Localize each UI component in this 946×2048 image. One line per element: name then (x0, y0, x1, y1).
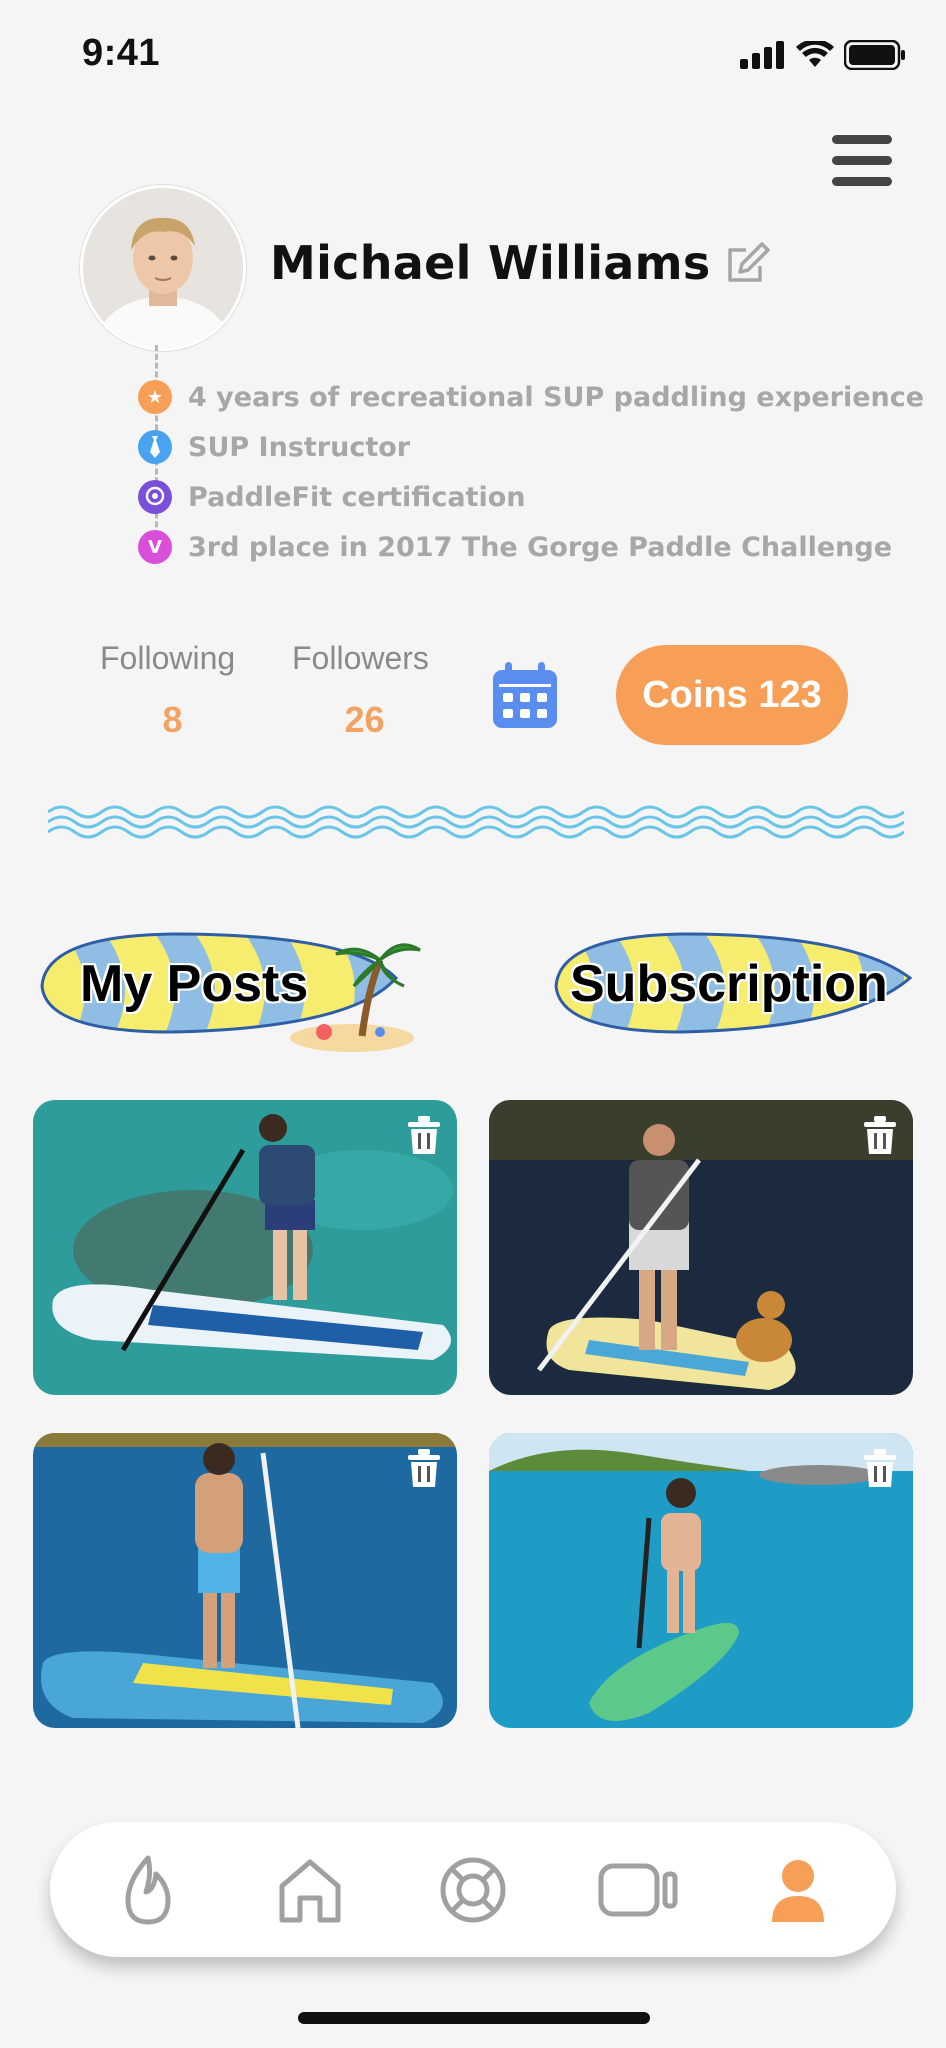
bottom-tab-bar (50, 1822, 896, 1957)
menu-line (832, 177, 892, 186)
followers-stat[interactable]: Followers 26 (292, 640, 437, 741)
home-icon (279, 1859, 341, 1923)
post-thumbnail[interactable] (489, 1433, 913, 1728)
following-stat[interactable]: Following 8 (100, 640, 245, 741)
tab-bar-item-hot[interactable] (108, 1850, 188, 1930)
wave-divider (48, 805, 904, 839)
achievement-item: ★ 4 years of recreational SUP paddling e… (138, 377, 924, 417)
delete-post-button[interactable] (861, 1447, 899, 1489)
edit-icon (728, 242, 770, 282)
tie-icon (138, 430, 172, 464)
v-icon: V (138, 530, 172, 564)
followers-label: Followers (292, 640, 429, 676)
delete-post-button[interactable] (405, 1447, 443, 1489)
post-thumbnail[interactable] (33, 1433, 457, 1728)
menu-line (832, 156, 892, 165)
battery-icon (844, 40, 905, 70)
post-image (33, 1100, 457, 1395)
achievement-item: SUP Instructor (138, 427, 410, 467)
tab-subscription[interactable]: Subscription (552, 920, 914, 1060)
coins-button[interactable]: Coins 123 (616, 645, 848, 745)
tab-bar-item-profile[interactable] (758, 1850, 838, 1930)
achievement-text: SUP Instructor (188, 431, 411, 463)
post-image (489, 1433, 913, 1728)
calendar-button[interactable] (490, 660, 560, 730)
tab-subscription-label: Subscription (570, 955, 888, 1013)
tab-bar-item-video[interactable] (595, 1850, 685, 1930)
post-thumbnail[interactable] (33, 1100, 457, 1395)
trash-icon (864, 1449, 896, 1487)
post-image (489, 1100, 913, 1395)
post-image (33, 1433, 457, 1728)
status-time: 9:41 (82, 32, 161, 74)
profile-icon (772, 1860, 824, 1922)
flame-icon (125, 1855, 171, 1925)
star-icon: ★ (138, 380, 172, 414)
avatar-image (83, 188, 243, 348)
achievement-text: PaddleFit certification (188, 481, 526, 513)
wifi-icon (796, 41, 834, 67)
delete-post-button[interactable] (861, 1114, 899, 1156)
menu-line (832, 135, 892, 144)
home-indicator (298, 2012, 650, 2024)
following-count: 8 (162, 699, 183, 740)
achievement-item: V 3rd place in 2017 The Gorge Paddle Cha… (138, 527, 892, 567)
avatar[interactable] (80, 185, 246, 351)
trash-icon (864, 1116, 896, 1154)
status-icons (740, 40, 906, 70)
tab-bar-item-home[interactable] (270, 1850, 350, 1930)
signal-icon (740, 41, 784, 69)
following-label: Following (100, 640, 236, 676)
delete-post-button[interactable] (405, 1114, 443, 1156)
video-icon (598, 1863, 678, 1917)
menu-button[interactable] (832, 135, 892, 187)
tab-bar-item-lifebuoy[interactable] (433, 1850, 513, 1930)
badge-icon (138, 480, 172, 514)
achievement-item: PaddleFit certification (138, 477, 525, 517)
profile-name: Michael Williams (270, 236, 711, 290)
achievement-text: 3rd place in 2017 The Gorge Paddle Chall… (188, 531, 893, 563)
followers-count: 26 (344, 699, 385, 740)
trash-icon (408, 1116, 440, 1154)
trash-icon (408, 1449, 440, 1487)
achievement-text: 4 years of recreational SUP paddling exp… (188, 381, 925, 413)
lifebuoy-icon (440, 1857, 506, 1923)
calendar-icon (493, 662, 557, 728)
edit-profile-button[interactable] (724, 240, 772, 288)
post-thumbnail[interactable] (489, 1100, 913, 1395)
tab-my-posts-label: My Posts (80, 955, 309, 1013)
tab-my-posts[interactable]: My Posts (32, 920, 432, 1060)
